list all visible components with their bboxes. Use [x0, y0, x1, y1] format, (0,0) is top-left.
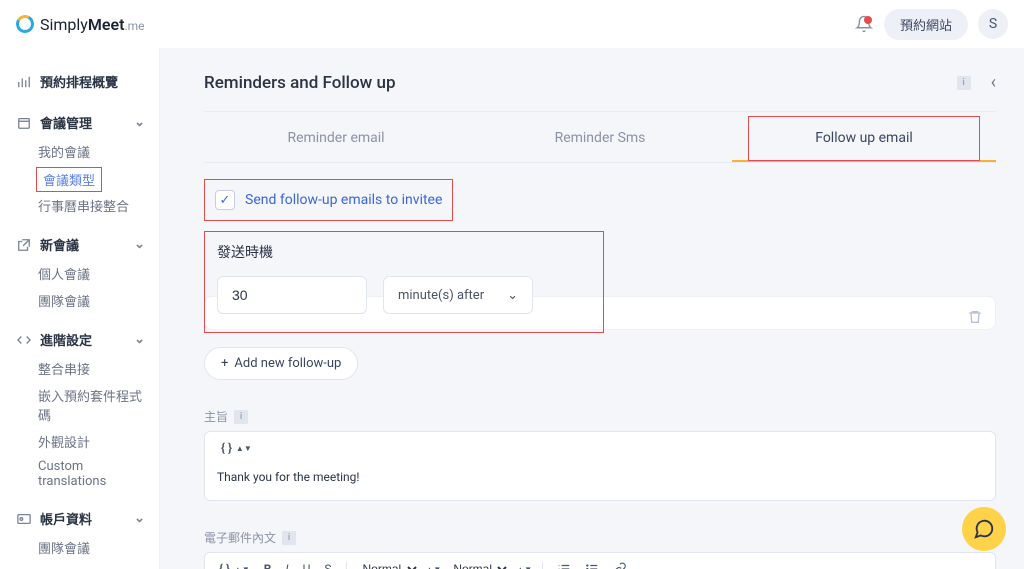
subject-value[interactable]: Thank you for the meeting!	[205, 464, 995, 500]
sidebar-sub-meeting-types[interactable]: 會議類型	[36, 167, 102, 192]
bar-chart-icon	[16, 74, 32, 90]
info-icon[interactable]: i	[234, 410, 248, 424]
calendar-icon	[16, 115, 32, 131]
italic-button[interactable]: I	[281, 561, 292, 569]
chevron-down-icon: ⌄	[134, 511, 145, 526]
sidebar-item-overview[interactable]: 預約排程概覽	[12, 66, 149, 97]
page-title: Reminders and Follow up	[204, 73, 396, 93]
sidebar-label: 新會議	[40, 235, 79, 254]
chevron-down-icon: ⌄	[134, 237, 145, 252]
strike-button[interactable]: S	[320, 561, 335, 569]
link-button[interactable]	[609, 561, 631, 569]
sidebar-label: 預約排程概覽	[40, 72, 118, 91]
sidebar-label: 會議管理	[40, 113, 92, 132]
tab-followup-email[interactable]: Follow up email	[732, 116, 996, 162]
checkbox-checked-icon[interactable]: ✓	[215, 190, 235, 210]
chat-support-button[interactable]	[962, 507, 1006, 551]
insert-variable-button[interactable]: { }▲▼	[215, 561, 254, 569]
add-followup-button[interactable]: + Add new follow-up	[204, 347, 358, 380]
sidebar-sub-calendar[interactable]: 行事曆串接整合	[12, 192, 149, 219]
bold-button[interactable]: B	[260, 561, 276, 569]
timing-number-input[interactable]	[217, 276, 367, 314]
size-select[interactable]: Normal	[447, 561, 510, 569]
chevron-down-icon: ⌄	[134, 332, 145, 347]
sidebar-label: 進階設定	[40, 330, 92, 349]
booking-site-button[interactable]: 預約網站	[884, 9, 968, 40]
sidebar-item-new-meeting[interactable]: 新會議 ⌄	[12, 229, 149, 260]
subject-label: 主旨 i	[204, 408, 996, 425]
sidebar-item-meetings[interactable]: 會議管理 ⌄	[12, 107, 149, 138]
timing-box: 發送時機 minute(s) after ⌄	[204, 231, 604, 333]
underline-button[interactable]: U	[299, 561, 315, 569]
collapse-chevron-icon[interactable]: ‹	[991, 72, 996, 93]
brand-text: SimplyMeet.me	[40, 15, 145, 34]
sidebar-sub-translations[interactable]: Custom translations	[12, 455, 149, 493]
chevron-down-icon: ⌄	[134, 115, 145, 130]
sidebar-sub-integrations[interactable]: 整合串接	[12, 355, 149, 382]
heading-select[interactable]: Normal	[357, 561, 420, 569]
main-panel: Reminders and Follow up i ‹ Reminder ema…	[176, 48, 1024, 569]
sidebar-sub-billing[interactable]: 帳務及升級	[12, 561, 149, 569]
ordered-list-button[interactable]	[553, 561, 575, 569]
subject-editor[interactable]: { } ▲▼ Thank you for the meeting!	[204, 431, 996, 501]
plus-icon: +	[221, 356, 228, 371]
sidebar-sub-team[interactable]: 團隊會議	[12, 287, 149, 314]
notification-badge-icon	[864, 16, 872, 24]
send-followup-checkbox-row[interactable]: ✓ Send follow-up emails to invitee	[204, 179, 453, 221]
sidebar-label: 帳戶資料	[40, 509, 92, 528]
insert-variable-button[interactable]: { } ▲▼	[217, 440, 256, 456]
body-editor[interactable]: { }▲▼ B I U S Normal▲▼ Normal▲▼ Dear {{r…	[204, 552, 996, 569]
tab-reminder-sms[interactable]: Reminder Sms	[468, 116, 732, 162]
sidebar-item-advanced[interactable]: 進階設定 ⌄	[12, 324, 149, 355]
checkbox-label: Send follow-up emails to invitee	[245, 192, 442, 208]
sidebar-sub-account-team[interactable]: 團隊會議	[12, 534, 149, 561]
sidebar: 預約排程概覽 會議管理 ⌄ 我的會議 會議類型 行事曆串接整合 新會議 ⌄ 個人…	[0, 48, 160, 569]
sidebar-sub-my-meetings[interactable]: 我的會議	[12, 138, 149, 165]
brand-logo[interactable]: SimplyMeet.me	[16, 15, 145, 34]
code-icon	[16, 332, 32, 348]
timing-label: 發送時機	[217, 242, 591, 262]
sidebar-sub-personal[interactable]: 個人會議	[12, 260, 149, 287]
timing-unit-select[interactable]: minute(s) after ⌄	[383, 276, 533, 314]
bullet-list-button[interactable]	[581, 561, 603, 569]
app-header: SimplyMeet.me 預約網站 S	[0, 0, 1024, 48]
chevron-down-icon: ⌄	[507, 288, 518, 303]
logo-ring-icon	[14, 13, 36, 35]
header-actions: 預約網站 S	[854, 9, 1008, 40]
user-avatar[interactable]: S	[978, 9, 1008, 39]
notifications-bell[interactable]	[854, 14, 874, 34]
info-icon[interactable]: i	[957, 76, 971, 90]
sidebar-sub-embed[interactable]: 嵌入預約套件程式碼	[12, 382, 149, 428]
info-icon[interactable]: i	[282, 531, 296, 545]
id-card-icon	[16, 511, 32, 527]
sidebar-sub-appearance[interactable]: 外觀設計	[12, 428, 149, 455]
body-label: 電子郵件內文 i	[204, 529, 996, 546]
tabs: Reminder email Reminder Sms Follow up em…	[204, 116, 996, 163]
sidebar-item-account[interactable]: 帳戶資料 ⌄	[12, 503, 149, 534]
delete-followup-button[interactable]	[967, 309, 983, 329]
tab-reminder-email[interactable]: Reminder email	[204, 116, 468, 162]
external-icon	[16, 237, 32, 253]
